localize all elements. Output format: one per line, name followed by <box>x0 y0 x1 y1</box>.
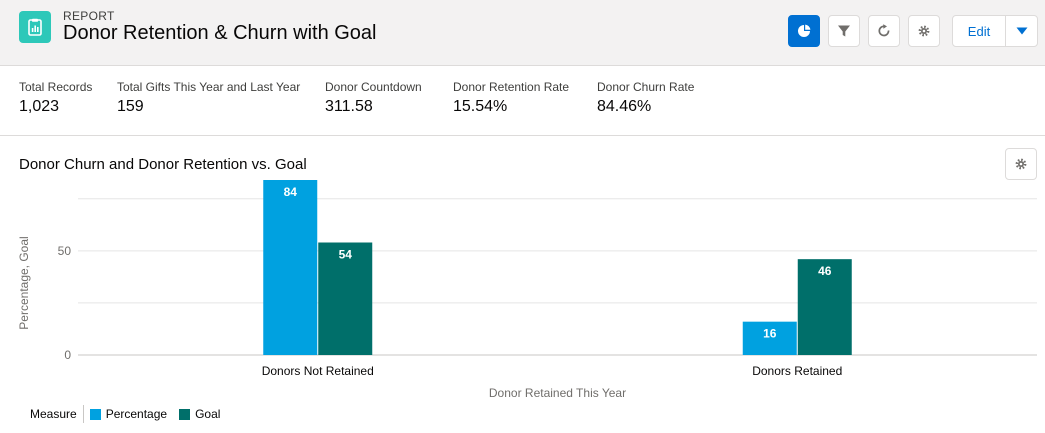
metric-label: Total Records <box>19 80 93 94</box>
gear-icon <box>1015 158 1027 170</box>
legend-item-percentage[interactable]: Percentage <box>89 407 168 421</box>
refresh-icon <box>878 24 890 37</box>
chart-toggle-button[interactable] <box>788 15 820 47</box>
x-tick-label: Donors Not Retained <box>262 364 374 378</box>
edit-button-group: Edit <box>952 15 1038 47</box>
metric-value: 159 <box>117 98 144 115</box>
settings-button[interactable] <box>908 15 940 47</box>
metric-total-gifts: Total Gifts This Year and Last Year 159 <box>117 80 300 116</box>
legend-swatch <box>179 408 191 420</box>
data-label: 46 <box>818 264 832 278</box>
report-icon <box>19 11 51 43</box>
metric-value: 1,023 <box>19 98 60 115</box>
summary-bar: Total Records 1,023 Total Gifts This Yea… <box>0 67 1045 136</box>
metric-donor-countdown: Donor Countdown 311.58 <box>325 80 422 116</box>
legend-swatch <box>89 408 101 420</box>
metric-value: 15.54% <box>453 98 508 115</box>
x-tick-label: Donors Retained <box>752 364 842 378</box>
metric-label: Total Gifts This Year and Last Year <box>117 80 301 94</box>
bar <box>263 180 318 355</box>
filter-button[interactable] <box>828 15 860 47</box>
refresh-button[interactable] <box>868 15 900 47</box>
legend-label: Goal <box>195 407 221 421</box>
data-label: 54 <box>339 248 353 262</box>
metric-label: Donor Churn Rate <box>597 80 695 94</box>
chevron-down-icon <box>1016 27 1027 35</box>
metric-churn-rate: Donor Churn Rate 84.46% <box>597 80 694 116</box>
metric-value: 311.58 <box>325 98 373 115</box>
legend-divider <box>82 405 84 423</box>
chart-icon <box>798 24 811 37</box>
edit-menu-button[interactable] <box>1006 16 1037 46</box>
page-title: Donor Retention & Churn with Goal <box>63 22 377 44</box>
metric-retention-rate: Donor Retention Rate 15.54% <box>453 80 569 116</box>
data-label: 16 <box>763 327 777 341</box>
legend-title: Measure <box>30 407 77 421</box>
x-axis-label: Donor Retained This Year <box>489 386 626 400</box>
filter-icon <box>838 25 850 37</box>
legend-item-goal[interactable]: Goal <box>179 407 220 421</box>
gear-icon <box>918 25 930 37</box>
report-eyebrow: REPORT <box>63 9 115 23</box>
legend-label: Percentage <box>105 407 168 421</box>
y-axis-label: Percentage, Goal <box>17 236 31 329</box>
metric-label: Donor Countdown <box>325 80 422 94</box>
chart-legend: Measure Percentage Goal <box>30 405 232 423</box>
report-header: REPORT Donor Retention & Churn with Goal… <box>0 0 1045 66</box>
y-tick-label: 0 <box>64 348 71 362</box>
data-label: 84 <box>284 185 298 199</box>
edit-button[interactable]: Edit <box>953 16 1006 46</box>
bar-chart: 0 50 Percentage, Goal 84 54 Donors Not Retain… <box>17 180 1037 400</box>
metric-value: 84.46% <box>597 98 652 115</box>
metric-total-records: Total Records 1,023 <box>19 80 92 116</box>
metric-label: Donor Retention Rate <box>453 80 570 94</box>
y-tick-label: 50 <box>58 244 72 258</box>
